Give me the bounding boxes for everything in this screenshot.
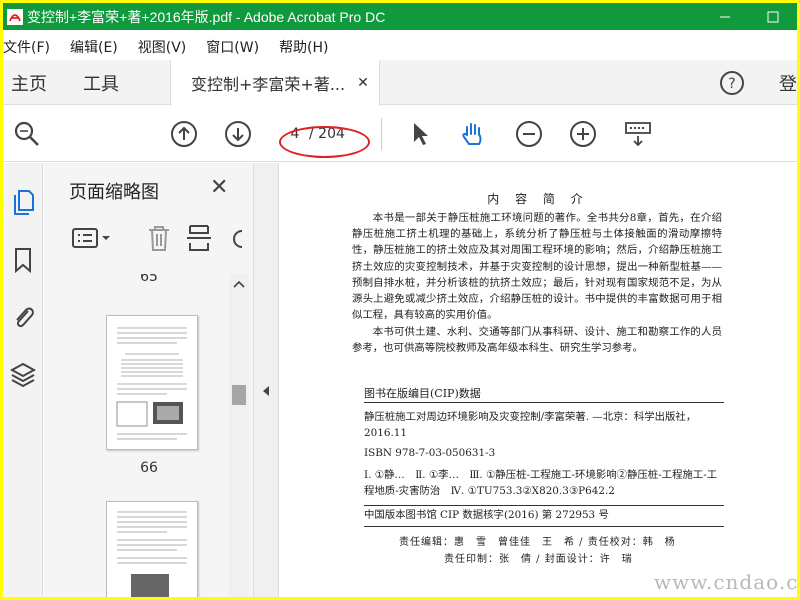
page-thumbnails-button[interactable] <box>8 187 38 217</box>
menu-file[interactable]: 文件(F) <box>3 37 50 57</box>
page-split-icon <box>187 225 211 251</box>
cip-title: 图书在版编目(CIP)数据 <box>364 387 481 400</box>
minimize-button[interactable] <box>701 3 749 30</box>
document-page: 内 容 简 介 本书是一部关于静压桩施工环境问题的著作。全书共分8章，首先，在介… <box>279 163 797 597</box>
tab-home[interactable]: 主页 <box>11 60 47 105</box>
close-panel-icon[interactable]: ✕ <box>210 175 228 200</box>
extract-page-button[interactable] <box>185 223 213 253</box>
thumbnail-page-67[interactable] <box>106 501 198 597</box>
zoom-in-button[interactable] <box>568 119 598 149</box>
menu-edit[interactable]: 编辑(E) <box>70 37 118 57</box>
toolbar-divider <box>381 118 382 150</box>
acrobat-app-icon <box>5 7 25 27</box>
navigation-rail <box>3 163 43 597</box>
page-67-preview <box>117 511 187 597</box>
bookmarks-button[interactable] <box>8 245 38 275</box>
tab-tools[interactable]: 工具 <box>83 60 119 105</box>
thumbnail-label-65: 65 <box>140 274 158 285</box>
layers-icon <box>9 362 37 388</box>
thumbnail-label-66: 66 <box>140 460 158 476</box>
title-bar: 变控制+李富荣+著+2016年版.pdf - Adobe Acrobat Pro… <box>3 3 797 30</box>
zoom-out-button[interactable] <box>514 119 544 149</box>
help-icon: ? <box>720 70 744 95</box>
maximize-button[interactable] <box>749 3 797 30</box>
hand-icon <box>462 123 482 145</box>
summary-paragraph-1: 本书是一部关于静压桩施工环境问题的著作。全书共分8章，首先，在介绍静压桩施工挤土… <box>352 212 722 322</box>
cursor-arrow-icon <box>414 123 428 145</box>
summary-paragraph-2: 本书可供土建、水利、交通等部门从事科研、设计、施工和勘察工作的人员参考，也可供高… <box>352 326 722 355</box>
toolbar: 4 / 204 <box>3 106 797 162</box>
svg-text:?: ? <box>728 76 735 92</box>
minus-circle-icon <box>516 121 542 147</box>
window-title: 变控制+李富荣+著+2016年版.pdf - Adobe Acrobat Pro… <box>27 8 386 25</box>
search-button[interactable] <box>12 119 42 149</box>
document-tab-label: 变控制+李富荣+著... <box>191 75 346 94</box>
credits-line-1: 责任编辑：惠 雪 曾佳佳 王 希 / 责任校对：韩 杨 <box>399 537 676 548</box>
cip-record-number: 中国版本图书馆 CIP 数据核字(2016) 第 272953 号 <box>364 509 609 521</box>
panel-collapse-bar[interactable] <box>254 163 279 597</box>
menu-bar: 文件(F) 编辑(E) 视图(V) 窗口(W) 帮助(H) <box>3 36 797 58</box>
cip-rule-middle <box>364 505 724 506</box>
arrow-up-circle-icon <box>171 121 197 147</box>
close-tab-icon[interactable]: ✕ <box>357 75 369 91</box>
thumbnail-page-66[interactable] <box>106 315 198 450</box>
select-tool-button[interactable] <box>405 119 435 149</box>
scroll-up-icon[interactable] <box>229 277 249 291</box>
menu-view[interactable]: 视图(V) <box>138 37 187 57</box>
maximize-icon <box>767 11 779 22</box>
collapse-left-icon <box>263 386 269 396</box>
rotate-icon <box>233 230 243 248</box>
thumbnail-scrollbar[interactable] <box>229 273 249 597</box>
tab-document[interactable]: 变控制+李富荣+著... ✕ <box>170 60 380 106</box>
rotate-page-button[interactable] <box>228 223 248 253</box>
delete-page-button[interactable] <box>145 223 173 253</box>
cip-rule-bottom <box>364 526 724 527</box>
attachments-button[interactable] <box>8 301 38 331</box>
cip-rule-top <box>364 402 724 403</box>
keyboard-tools-button[interactable] <box>623 119 653 149</box>
cip-catalog-entry: 静压桩施工对周边环境影响及灾变控制/李富荣著. —北京：科学出版社，2016.1… <box>364 411 697 439</box>
sign-in-button[interactable]: 登 <box>779 60 797 105</box>
page-heading: 内 容 简 介 <box>487 192 589 206</box>
previous-page-button[interactable] <box>169 119 199 149</box>
menu-window[interactable]: 窗口(W) <box>206 37 259 57</box>
minimize-icon <box>720 16 730 17</box>
menu-help[interactable]: 帮助(H) <box>279 37 328 57</box>
plus-circle-icon <box>570 121 596 147</box>
scrollbar-thumb[interactable] <box>232 385 246 405</box>
app-window: 变控制+李富荣+著+2016年版.pdf - Adobe Acrobat Pro… <box>3 3 797 597</box>
options-menu-icon <box>72 228 110 248</box>
arrow-down-circle-icon <box>225 121 251 147</box>
page-thumbnails-icon <box>14 190 34 215</box>
panel-title: 页面缩略图 <box>69 182 159 203</box>
help-button[interactable]: ? <box>719 60 745 105</box>
hand-tool-button[interactable] <box>458 119 488 149</box>
trash-icon <box>149 226 169 251</box>
thumbnail-list: 65 66 <box>44 271 248 597</box>
next-page-button[interactable] <box>223 119 253 149</box>
paperclip-icon <box>16 307 34 328</box>
thumbnail-options-button[interactable] <box>71 223 111 253</box>
search-icon <box>14 121 39 146</box>
cip-classification: Ⅰ. ①静… Ⅱ. ①李… Ⅲ. ①静压桩-工程施工-环境影响②静压桩-工程施工… <box>364 469 718 497</box>
site-watermark: www.cndao.com <box>654 570 797 594</box>
page-thumbnails-panel: 页面缩略图 ✕ 65 66 <box>44 163 254 597</box>
tab-bar: 主页 工具 变控制+李富荣+著... ✕ ? 登 <box>3 60 797 106</box>
credits-line-2: 责任印制：张 倩 / 封面设计：许 瑞 <box>444 554 633 565</box>
page-66-preview <box>116 327 187 440</box>
bookmark-icon <box>15 248 31 274</box>
keyboard-icon <box>625 122 651 147</box>
highlight-ellipse <box>279 126 370 158</box>
layers-button[interactable] <box>8 359 38 389</box>
cip-isbn: ISBN 978-7-03-050631-3 <box>364 447 496 459</box>
